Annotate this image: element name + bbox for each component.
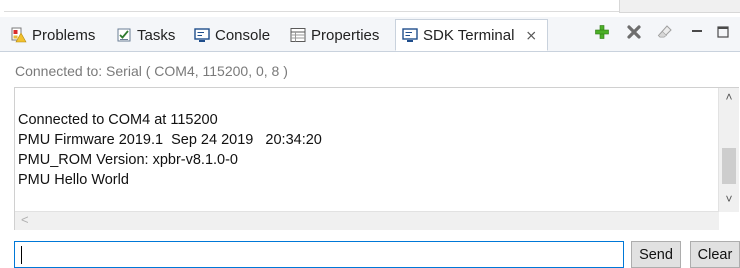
remove-icon[interactable] bbox=[625, 22, 643, 42]
tab-label: SDK Terminal bbox=[423, 26, 515, 44]
tab-label: Console bbox=[215, 26, 271, 44]
minimize-icon[interactable] bbox=[688, 22, 706, 42]
tab-label: Problems bbox=[32, 26, 96, 44]
tasks-icon bbox=[116, 27, 132, 43]
command-input-row: Send Clear bbox=[14, 241, 740, 268]
scroll-down-icon[interactable]: ˅ bbox=[719, 192, 739, 206]
properties-icon bbox=[290, 27, 306, 43]
tab-label: Properties bbox=[311, 26, 380, 44]
terminal-output-text: Connected to COM4 at 115200 PMU Firmware… bbox=[18, 112, 322, 188]
scroll-up-icon[interactable]: ˄ bbox=[719, 90, 739, 104]
add-icon[interactable] bbox=[593, 22, 611, 42]
connection-status: Connected to: Serial ( COM4, 115200, 0, … bbox=[15, 63, 288, 79]
close-tab-icon[interactable]: ⨯ bbox=[525, 27, 537, 44]
command-input[interactable] bbox=[15, 242, 623, 267]
scrollbar-thumb[interactable] bbox=[722, 148, 736, 184]
top-right-panel bbox=[619, 0, 740, 13]
clear-button[interactable]: Clear bbox=[690, 241, 740, 268]
console-icon bbox=[194, 27, 210, 43]
text-caret bbox=[21, 246, 22, 264]
maximize-icon[interactable] bbox=[714, 22, 732, 42]
vertical-scrollbar[interactable]: ˄ ˅ bbox=[718, 88, 739, 212]
send-button[interactable]: Send bbox=[631, 241, 681, 268]
tab-problems[interactable]: Problems bbox=[11, 19, 95, 51]
terminal-output-area[interactable]: Connected to COM4 at 115200 PMU Firmware… bbox=[14, 87, 739, 230]
tab-sdk-terminal[interactable]: SDK Terminal ⨯ bbox=[395, 19, 548, 51]
problems-icon bbox=[11, 27, 27, 43]
window-top-edge bbox=[0, 0, 740, 14]
tab-label: Tasks bbox=[137, 26, 176, 44]
tab-console[interactable]: Console bbox=[194, 19, 270, 51]
view-tab-bar: Problems Tasks Console Properties SDK Te… bbox=[0, 17, 740, 52]
command-input-box[interactable] bbox=[14, 241, 624, 268]
tab-properties[interactable]: Properties bbox=[290, 19, 379, 51]
tab-tasks[interactable]: Tasks bbox=[116, 19, 175, 51]
sdk-terminal-icon bbox=[402, 27, 418, 43]
scroll-left-icon[interactable]: < bbox=[21, 212, 29, 227]
horizontal-scrollbar[interactable]: < bbox=[15, 211, 719, 230]
clear-eraser-icon[interactable] bbox=[656, 22, 674, 42]
